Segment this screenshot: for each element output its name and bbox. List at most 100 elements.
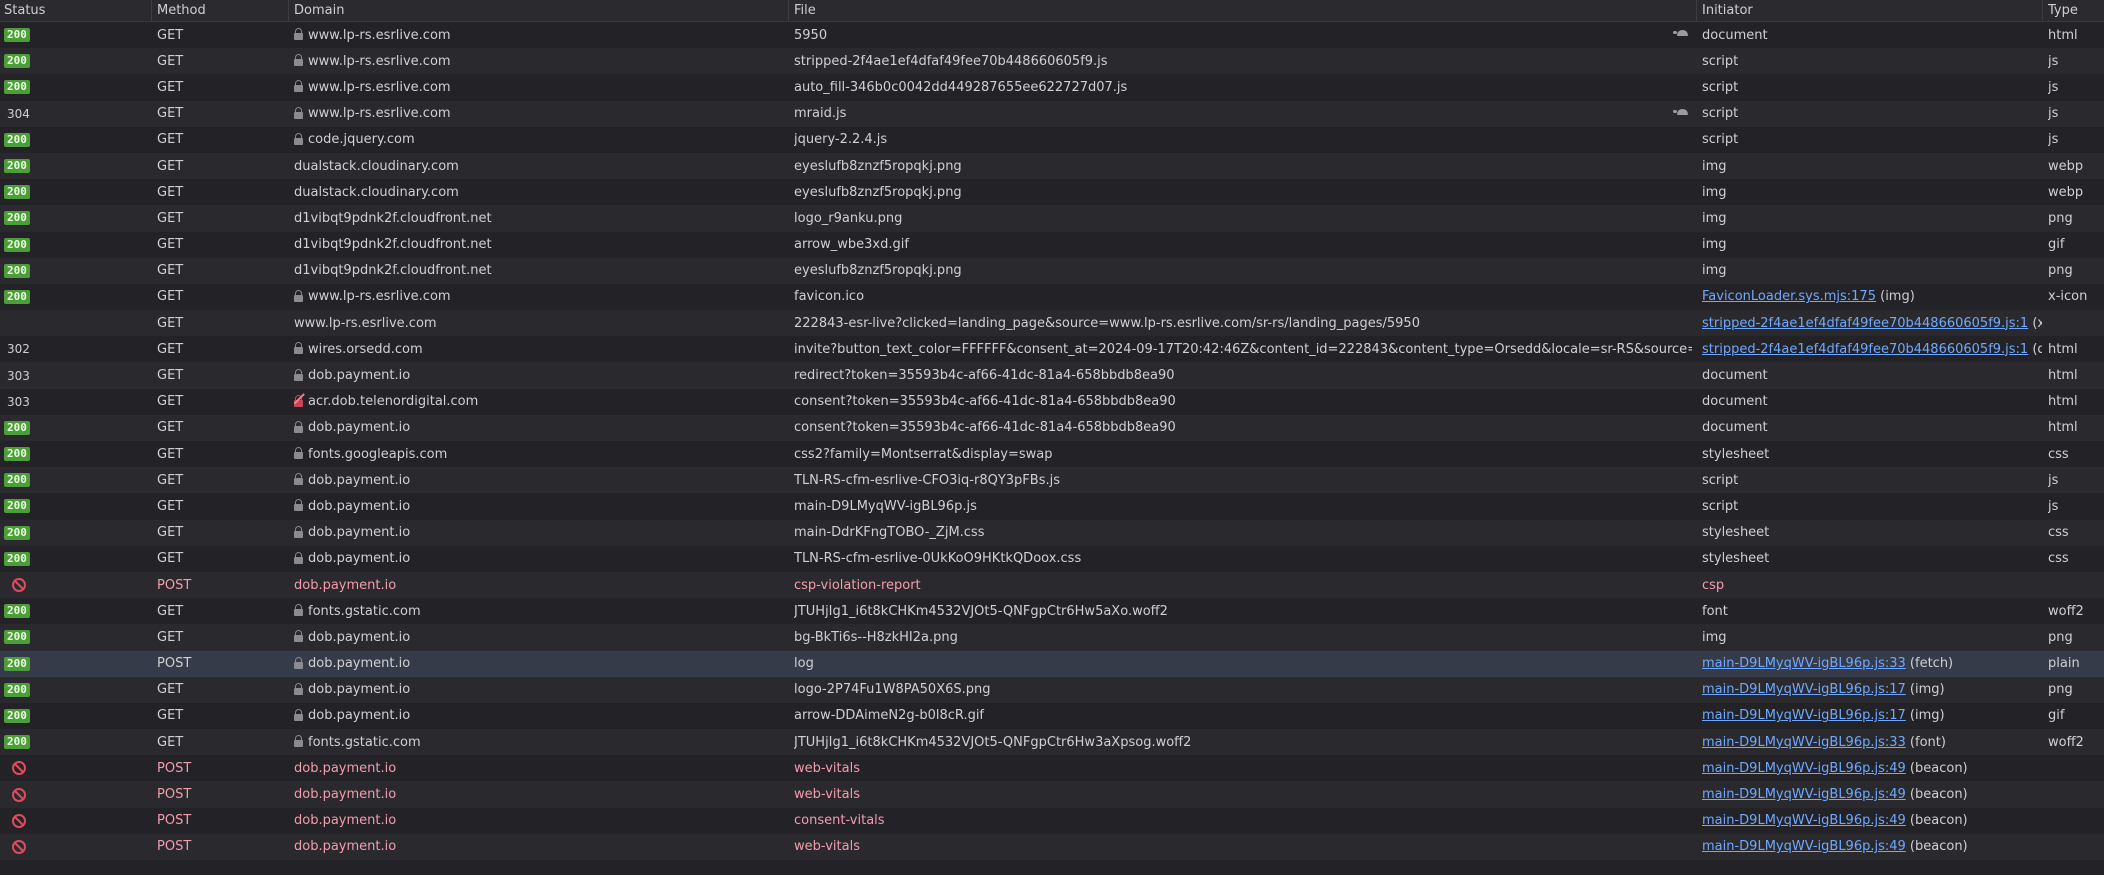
- request-row[interactable]: 302 GET wires.orsedd.com invite?button_text…: [0, 336, 2104, 362]
- request-row[interactable]: 303 GET dob.payment.io redirect?token=35593…: [0, 362, 2104, 389]
- file-cell: eyeslufb8znzf5ropqkj.png: [794, 258, 1692, 284]
- column-header-method[interactable]: Method: [157, 0, 287, 21]
- lock-icon: [294, 682, 303, 695]
- file-cell: web-vitals: [794, 781, 1692, 807]
- request-row[interactable]: 200 GET dob.payment.io TLN-RS-cfm-esrlive-0…: [0, 546, 2104, 572]
- request-row[interactable]: 200 GET www.lp-rs.esrlive.com 5950 document h…: [0, 22, 2104, 48]
- file-cell: eyeslufb8znzf5ropqkj.png: [794, 153, 1692, 179]
- domain-text: dob.payment.io: [294, 760, 397, 776]
- request-row[interactable]: 200 GET d1vibqt9pdnk2f.cloudfront.net eyesl…: [0, 257, 2104, 284]
- request-row[interactable]: 200 GET dob.payment.io main-D9LMyqWV-igBL96…: [0, 493, 2104, 519]
- request-row[interactable]: POST dob.payment.io csp-violation-report cs…: [0, 571, 2104, 599]
- column-header-type[interactable]: Type: [2048, 0, 2104, 21]
- lock-icon: [294, 447, 303, 460]
- lock-icon: [294, 368, 303, 381]
- request-row[interactable]: 200 GET dob.payment.io main-DdrKFngTOBO-_Zj…: [0, 519, 2104, 546]
- domain-text: dob.payment.io: [308, 368, 411, 384]
- file-text: consent?token=35593b4c-af66-41dc-81a4-65…: [794, 420, 1176, 436]
- type-cell: [2048, 755, 2104, 781]
- initiator-text: csp: [1702, 577, 1725, 593]
- turtle-icon: [1673, 108, 1688, 115]
- initiator-link[interactable]: main-D9LMyqWV-igBL96p.js:49: [1702, 813, 1906, 828]
- initiator-link[interactable]: main-D9LMyqWV-igBL96p.js:49: [1702, 787, 1906, 802]
- column-header-file[interactable]: File: [794, 0, 1692, 21]
- file-text: logo_r9anku.png: [794, 210, 903, 226]
- request-row[interactable]: 200 GET dob.payment.io TLN-RS-cfm-esrlive-C…: [0, 467, 2104, 494]
- method-cell: POST: [157, 839, 192, 855]
- request-row[interactable]: 200 GET fonts.googleapis.com css2?family=Mo…: [0, 441, 2104, 467]
- domain-text: dob.payment.io: [308, 551, 411, 567]
- blocked-icon: [12, 813, 26, 828]
- request-row[interactable]: 200 GET www.lp-rs.esrlive.com auto_fill-346…: [0, 74, 2104, 100]
- file-text: web-vitals: [794, 760, 860, 776]
- request-row[interactable]: 200 GET d1vibqt9pdnk2f.cloudfront.net logo_…: [0, 205, 2104, 232]
- status-badge: 200: [4, 604, 30, 619]
- domain-cell: dob.payment.io: [294, 520, 784, 546]
- request-row[interactable]: 200 GET fonts.gstatic.com JTUHjIg1_i6t8kCHK…: [0, 729, 2104, 756]
- file-cell: arrow-DDAimeN2g-b0l8cR.gif: [794, 703, 1692, 729]
- method-cell: GET: [157, 237, 184, 253]
- status-badge: 200: [4, 708, 30, 723]
- request-row[interactable]: 200 GET fonts.gstatic.com JTUHjIg1_i6t8kCHK…: [0, 598, 2104, 624]
- status-cell: [0, 834, 154, 860]
- request-row[interactable]: 200 GET dualstack.cloudinary.com eyeslufb8z…: [0, 152, 2104, 180]
- status-cell: 200: [0, 232, 154, 258]
- file-text: invite?button_text_color=FFFFFF&consent_…: [794, 341, 1692, 357]
- status-cell: 200: [0, 179, 154, 205]
- method-cell: GET: [157, 368, 184, 384]
- domain-cell: code.jquery.com: [294, 127, 784, 153]
- file-text: favicon.ico: [794, 289, 865, 305]
- initiator-link[interactable]: main-D9LMyqWV-igBL96p.js:33: [1702, 735, 1906, 750]
- file-cell: logo_r9anku.png: [794, 205, 1692, 231]
- initiator-link[interactable]: stripped-2f4ae1ef4dfaf49fee70b448660605f…: [1702, 342, 2028, 357]
- status-cell: 304: [0, 101, 154, 127]
- domain-cell: dob.payment.io: [294, 493, 784, 519]
- request-row[interactable]: 303 GET acr.dob.telenordigital.com consent?…: [0, 389, 2104, 415]
- request-list: 200 GET www.lp-rs.esrlive.com 5950 document h…: [0, 22, 2104, 860]
- file-cell: invite?button_text_color=FFFFFF&consent_…: [794, 336, 1692, 362]
- initiator-cell: main-D9LMyqWV-igBL96p.js:49 (beacon): [1702, 808, 2042, 834]
- domain-cell: dob.payment.io: [294, 677, 784, 703]
- initiator-link[interactable]: FaviconLoader.sys.mjs:175: [1702, 289, 1876, 304]
- initiator-cell: main-D9LMyqWV-igBL96p.js:49 (beacon): [1702, 781, 2042, 807]
- file-cell: main-D9LMyqWV-igBL96p.js: [794, 493, 1692, 519]
- method-cell: GET: [157, 315, 184, 331]
- request-row[interactable]: 200 GET d1vibqt9pdnk2f.cloudfront.net arrow…: [0, 232, 2104, 258]
- request-row[interactable]: POST dob.payment.io consent-vitals main-D9L…: [0, 808, 2104, 834]
- initiator-cell: main-D9LMyqWV-igBL96p.js:49 (beacon): [1702, 755, 2042, 781]
- status-cell: 303: [0, 389, 154, 415]
- status-badge: 200: [4, 630, 30, 645]
- initiator-link[interactable]: main-D9LMyqWV-igBL96p.js:49: [1702, 761, 1906, 776]
- column-header-initiator[interactable]: Initiator: [1702, 0, 2042, 21]
- request-row[interactable]: GET www.lp-rs.esrlive.com 222843-esr-live?…: [0, 310, 2104, 337]
- request-row[interactable]: 200 GET dob.payment.io arrow-DDAimeN2g-b0l8…: [0, 703, 2104, 729]
- request-row[interactable]: 200 GET www.lp-rs.esrlive.com favicon.ico Fa…: [0, 284, 2104, 310]
- request-row[interactable]: POST dob.payment.io web-vitals main-D9LMyqW…: [0, 781, 2104, 808]
- initiator-link[interactable]: main-D9LMyqWV-igBL96p.js:49: [1702, 839, 1906, 854]
- domain-cell: dob.payment.io: [294, 703, 784, 729]
- initiator-link[interactable]: main-D9LMyqWV-igBL96p.js:17: [1702, 682, 1906, 697]
- request-row[interactable]: 200 GET dob.payment.io consent?token=35593b…: [0, 414, 2104, 441]
- request-row[interactable]: POST dob.payment.io web-vitals main-D9LMyqW…: [0, 833, 2104, 860]
- request-row[interactable]: 200 GET dob.payment.io logo-2P74Fu1W8PA50X6…: [0, 676, 2104, 703]
- request-row[interactable]: 200 GET dualstack.cloudinary.com eyeslufb8z…: [0, 179, 2104, 205]
- status-badge: 200: [4, 420, 30, 435]
- status-cell: 200: [0, 729, 154, 755]
- initiator-link[interactable]: main-D9LMyqWV-igBL96p.js:17: [1702, 708, 1906, 723]
- domain-text: dob.payment.io: [308, 682, 411, 698]
- initiator-cell: img: [1702, 624, 2042, 650]
- status-badge: 200: [4, 80, 30, 95]
- request-row[interactable]: 200 GET dob.payment.io bg-BkTi6s--H8zkHI2a.…: [0, 624, 2104, 651]
- request-row[interactable]: POST dob.payment.io web-vitals main-D9LMyqW…: [0, 755, 2104, 781]
- request-row[interactable]: 200 GET code.jquery.com jquery-2.2.4.js scri…: [0, 127, 2104, 153]
- column-header-domain[interactable]: Domain: [294, 0, 784, 21]
- request-row[interactable]: 200 POST dob.payment.io log main-D9LMyqWV-ig…: [0, 650, 2104, 677]
- status-code: 302: [7, 342, 30, 357]
- initiator-link[interactable]: stripped-2f4ae1ef4dfaf49fee70b448660605f…: [1702, 316, 2028, 331]
- column-header-status[interactable]: Status: [0, 0, 154, 21]
- initiator-link[interactable]: main-D9LMyqWV-igBL96p.js:33: [1702, 656, 1906, 671]
- request-row[interactable]: 200 GET www.lp-rs.esrlive.com stripped-2f4a…: [0, 48, 2104, 75]
- type-cell: [2048, 808, 2104, 834]
- file-cell: TLN-RS-cfm-esrlive-CFO3iq-r8QY3pFBs.js: [794, 467, 1692, 493]
- request-row[interactable]: 304 GET www.lp-rs.esrlive.com mraid.js scrip…: [0, 100, 2104, 127]
